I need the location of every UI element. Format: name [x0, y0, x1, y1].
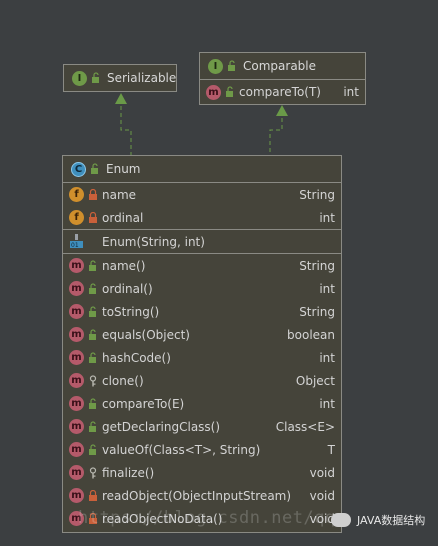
method-type: Class<E> — [275, 419, 335, 434]
method-name: compareTo(E) — [102, 396, 185, 411]
method-name: compareTo(T) — [239, 85, 321, 99]
lock-open-icon — [225, 86, 235, 98]
lock-open-icon — [88, 305, 98, 318]
lock-open-icon — [88, 397, 98, 410]
field-type: String — [299, 187, 335, 202]
serializable-interface-box[interactable]: I Serializable — [63, 64, 177, 92]
fields-section: f name String f ordinal int — [63, 182, 341, 229]
lock-closed-icon — [88, 211, 98, 224]
watermark-url: https://blog.csdn.net/qq — [78, 508, 336, 528]
method-row[interactable]: m toString() String — [63, 300, 341, 323]
method-name: toString() — [102, 304, 160, 319]
method-row[interactable]: m compareTo(E) int — [63, 392, 341, 415]
lock-open-icon — [227, 60, 237, 72]
constructors-section: 01 Enum(String, int) — [63, 229, 341, 253]
enum-header: C Enum — [63, 156, 341, 182]
lock-open-icon — [88, 282, 98, 295]
method-icon: m — [69, 350, 84, 365]
comparable-interface-box[interactable]: I Comparable m compareTo(T) int — [199, 52, 366, 105]
field-name: name — [102, 187, 137, 202]
method-icon: m — [69, 465, 84, 480]
field-row[interactable]: f name String — [63, 183, 341, 206]
method-row[interactable]: m readObject(ObjectInputStream) void — [63, 484, 341, 507]
svg-text:01: 01 — [71, 242, 79, 249]
method-icon: m — [69, 327, 84, 342]
method-name: readObject(ObjectInputStream) — [102, 488, 292, 503]
lock-open-icon — [91, 72, 101, 84]
method-row[interactable]: m getDeclaringClass() Class<E> — [63, 415, 341, 438]
lock-open-icon — [88, 420, 98, 433]
class-icon: C — [71, 161, 86, 177]
lock-open-icon — [88, 351, 98, 364]
method-row[interactable]: m hashCode() int — [63, 346, 341, 369]
ctor-name: Enum(String, int) — [102, 234, 205, 249]
field-row[interactable]: f ordinal int — [63, 206, 341, 229]
method-name: hashCode() — [102, 350, 171, 365]
method-row[interactable]: m compareTo(T) int — [200, 79, 365, 104]
methods-section: m name() String m ordinal() int m toString() Str… — [63, 253, 341, 530]
method-icon: m — [69, 419, 84, 434]
method-icon: m — [69, 304, 84, 319]
method-type: int — [343, 85, 359, 99]
method-icon: m — [69, 373, 84, 388]
method-row[interactable]: m equals(Object) boolean — [63, 323, 341, 346]
lock-open-icon — [90, 163, 100, 175]
method-name: getDeclaringClass() — [102, 419, 221, 434]
method-icon: m — [69, 488, 84, 503]
method-type: Object — [295, 373, 335, 388]
field-icon: f — [69, 210, 84, 225]
method-name: equals(Object) — [102, 327, 190, 342]
comparable-arrowhead — [276, 105, 288, 116]
key-icon — [88, 466, 98, 479]
method-row[interactable]: m ordinal() int — [63, 277, 341, 300]
method-icon: m — [69, 281, 84, 296]
key-icon — [88, 374, 98, 387]
field-icon: f — [69, 187, 84, 202]
method-row[interactable]: m clone() Object — [63, 369, 341, 392]
method-type: String — [299, 304, 335, 319]
method-type: int — [319, 350, 335, 365]
lock-open-icon — [88, 328, 98, 341]
method-row[interactable]: m valueOf(Class<T>, String) T — [63, 438, 341, 461]
method-icon: m — [69, 442, 84, 457]
method-icon: m — [69, 396, 84, 411]
method-type: boolean — [287, 327, 335, 342]
method-type: void — [309, 488, 335, 503]
interface-name: Serializable — [107, 71, 177, 85]
method-type: void — [309, 465, 335, 480]
method-type: int — [319, 396, 335, 411]
method-name: valueOf(Class<T>, String) — [102, 442, 261, 457]
class-name: Enum — [106, 162, 141, 176]
method-name: clone() — [102, 373, 144, 388]
watermark-brand-text: JAVA数据结构 — [357, 514, 426, 527]
method-name: finalize() — [102, 465, 155, 480]
lock-open-icon — [88, 443, 98, 456]
serializable-arrowhead — [115, 93, 127, 104]
interface-icon: I — [72, 70, 87, 86]
lock-closed-icon — [88, 188, 98, 201]
method-row[interactable]: m finalize() void — [63, 461, 341, 484]
method-icon: m — [206, 84, 221, 100]
method-type: T — [327, 442, 335, 457]
field-name: ordinal — [102, 210, 144, 225]
interface-name: Comparable — [243, 59, 317, 73]
method-name: name() — [102, 258, 146, 273]
method-icon: m — [69, 258, 84, 273]
method-row[interactable]: m name() String — [63, 254, 341, 277]
method-type: String — [299, 258, 335, 273]
method-type: int — [319, 281, 335, 296]
method-name: ordinal() — [102, 281, 153, 296]
field-type: int — [319, 210, 335, 225]
lock-closed-icon — [88, 489, 98, 502]
constructor-row[interactable]: 01 Enum(String, int) — [63, 230, 341, 253]
interface-icon: I — [208, 58, 223, 74]
lock-open-icon — [88, 259, 98, 272]
enum-class-box[interactable]: C Enum f name String f ordinal int 01 Enum(Str… — [62, 155, 342, 533]
wechat-icon — [331, 513, 351, 527]
constructor-icon: 01 — [69, 234, 84, 249]
watermark-brand: JAVA数据结构 — [331, 512, 425, 528]
